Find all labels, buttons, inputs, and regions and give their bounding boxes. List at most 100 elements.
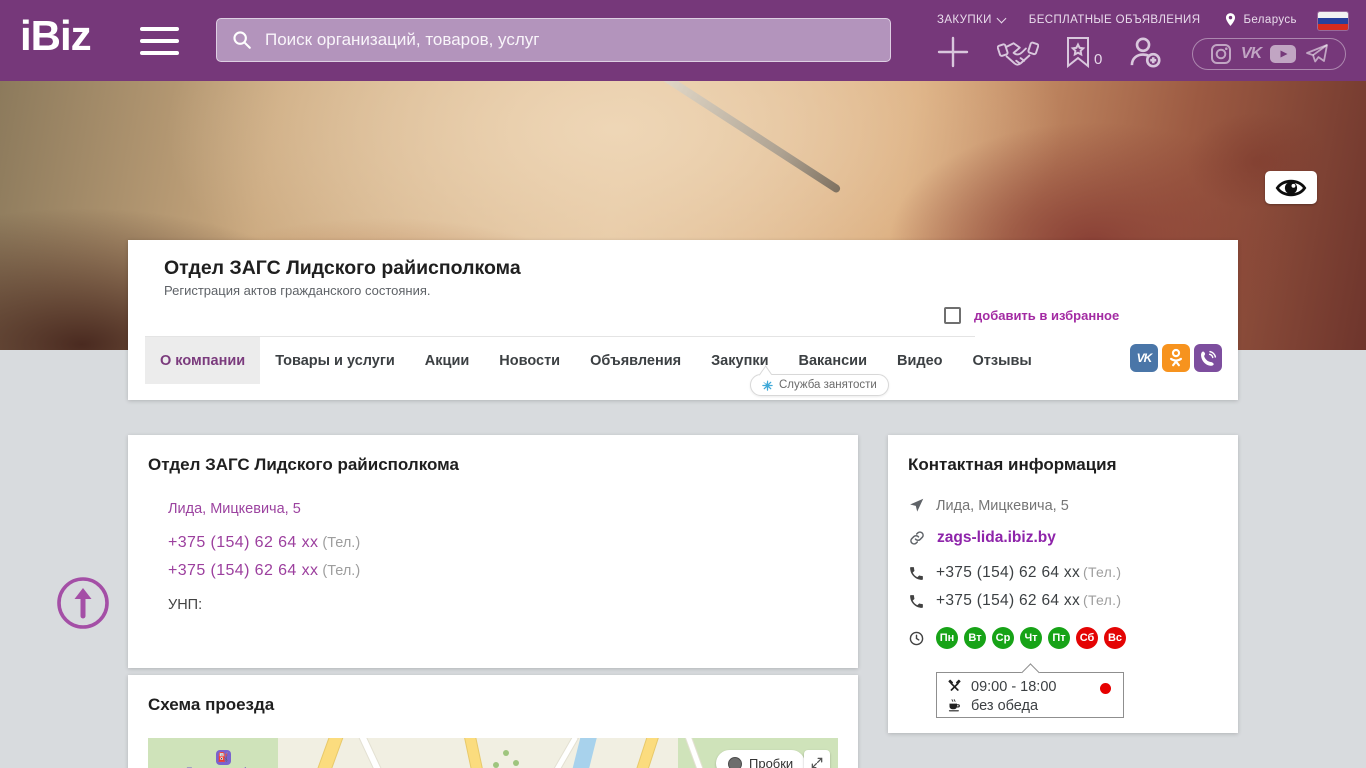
bookmark-star-icon xyxy=(1067,37,1089,68)
schedule-hours: 09:00 - 18:00 xyxy=(971,678,1057,695)
contact-phone-row: +375 (154) 62 64 xx (Тел.) xyxy=(908,592,1121,610)
schedule-tooltip: 09:00 - 18:00 без обеда xyxy=(936,672,1124,718)
day-badge-fri[interactable]: Пт xyxy=(1048,627,1070,649)
directions-card: Схема проезда ⛽ Белоруснефть Пробки xyxy=(128,675,858,768)
favorites-button[interactable]: 0 xyxy=(1065,36,1102,68)
tab-products[interactable]: Товары и услуги xyxy=(260,337,410,384)
vk-icon[interactable]: VK xyxy=(1241,45,1262,63)
tab-news[interactable]: Новости xyxy=(484,337,575,384)
closed-now-indicator xyxy=(1100,683,1111,694)
navigation-icon xyxy=(910,498,924,512)
company-title: Отдел ЗАГС Лидского райисполкома xyxy=(164,257,521,279)
day-badge-mon[interactable]: Пн xyxy=(936,627,958,649)
header-top-links: ЗАКУПКИ БЕСПЛАТНЫЕ ОБЪЯВЛЕНИЯ Беларусь xyxy=(937,12,1297,27)
search-icon xyxy=(233,31,251,49)
contact-phone[interactable]: +375 (154) 62 64 xx (Тел.) xyxy=(936,592,1121,610)
chevron-down-icon xyxy=(996,13,1007,23)
website-link[interactable]: zags-lida.ibiz.by xyxy=(937,529,1056,547)
day-badge-wed[interactable]: Ср xyxy=(992,627,1014,649)
phone-type: (Тел.) xyxy=(322,535,361,551)
day-badge-sat[interactable]: Сб xyxy=(1076,627,1098,649)
contact-address: Лида, Мицкевича, 5 xyxy=(936,497,1069,514)
company-profile-card: Отдел ЗАГС Лидского райисполкома Регистр… xyxy=(128,240,1238,400)
scroll-to-top-button[interactable] xyxy=(55,575,111,631)
contact-phone[interactable]: +375 (154) 62 64 xx (Тел.) xyxy=(936,564,1121,582)
country-selector[interactable]: Беларусь xyxy=(1224,12,1297,27)
plus-icon xyxy=(937,36,969,68)
viber-icon xyxy=(1201,350,1217,366)
phone-number[interactable]: +375 (154) 62 64 xx xyxy=(168,534,318,551)
pen-decoration xyxy=(644,81,842,195)
viber-button[interactable] xyxy=(1194,344,1222,372)
tab-reviews[interactable]: Отзывы xyxy=(958,337,1047,384)
header-social-links: VK xyxy=(1192,38,1346,70)
company-address-link[interactable]: Лида, Мицкевича, 5 xyxy=(168,501,301,517)
tab-promotions[interactable]: Акции xyxy=(410,337,484,384)
fullscreen-map-button[interactable] xyxy=(804,750,830,768)
phone-type: (Тел.) xyxy=(322,563,361,579)
header-action-icons: 0 xyxy=(935,34,1162,70)
about-company-card: Отдел ЗАГС Лидского райисполкома Лида, М… xyxy=(128,435,858,668)
partners-button[interactable] xyxy=(997,34,1039,70)
map-place-belorusneft[interactable]: ⛽ Белоруснефть xyxy=(186,750,260,768)
day-badge-thu[interactable]: Чт xyxy=(1020,627,1042,649)
tab-about[interactable]: О компании xyxy=(145,337,261,384)
working-days-row: Пн Вт Ср Чт Пт Сб Вс xyxy=(908,627,1126,649)
traffic-light-icon xyxy=(728,756,742,768)
eye-icon xyxy=(1275,179,1307,196)
traffic-button[interactable]: Пробки xyxy=(716,750,806,768)
favorite-checkbox[interactable] xyxy=(944,307,961,324)
vk-share-button[interactable]: VK xyxy=(1130,344,1158,372)
location-pin-icon xyxy=(1226,13,1236,26)
company-social-buttons: VK xyxy=(1130,344,1222,372)
traffic-label: Пробки xyxy=(749,756,794,768)
map-canvas[interactable]: ⛽ Белоруснефть Пробки xyxy=(148,738,838,768)
free-ads-link[interactable]: БЕСПЛАТНЫЕ ОБЪЯВЛЕНИЯ xyxy=(1029,14,1201,26)
company-subtitle: Регистрация актов гражданского состояния… xyxy=(164,283,431,298)
visibility-eye-button[interactable] xyxy=(1265,171,1317,204)
phone-link: +375 (154) 62 64 xx (Тел.) xyxy=(168,562,360,580)
odnoklassniki-button[interactable] xyxy=(1162,344,1190,372)
contact-website-row: zags-lida.ibiz.by xyxy=(908,529,1056,547)
handshake-icon xyxy=(997,41,1039,66)
contact-address-row: Лида, Мицкевича, 5 xyxy=(908,497,1069,514)
tab-video[interactable]: Видео xyxy=(882,337,958,384)
youtube-icon[interactable] xyxy=(1269,43,1297,65)
schedule-lunch: без обеда xyxy=(971,697,1039,714)
instagram-icon[interactable] xyxy=(1209,42,1233,66)
clock-icon xyxy=(909,631,924,645)
favorites-count: 0 xyxy=(1094,51,1103,68)
language-flag-ru[interactable] xyxy=(1318,12,1348,30)
day-badges: Пн Вт Ср Чт Пт Сб Вс xyxy=(936,627,1126,649)
search-bar xyxy=(216,18,891,62)
snowflake-icon xyxy=(762,379,773,391)
tab-ads[interactable]: Объявления xyxy=(575,337,696,384)
gas-station-icon: ⛽ xyxy=(215,750,231,765)
favorite-label: добавить в избранное xyxy=(974,308,1120,323)
user-add-icon xyxy=(1130,37,1161,68)
employment-service-badge[interactable]: Служба занятости xyxy=(750,374,889,396)
ok-icon xyxy=(1169,348,1183,367)
expand-icon xyxy=(811,757,823,768)
schedule-lunch-row: без обеда xyxy=(947,696,1113,715)
contact-info-card: Контактная информация Лида, Мицкевича, 5… xyxy=(888,435,1238,733)
schedule-hours-row: 09:00 - 18:00 xyxy=(947,677,1113,696)
ibiz-logo[interactable]: iBiz xyxy=(20,12,92,60)
contact-phone-row: +375 (154) 62 64 xx (Тел.) xyxy=(908,564,1121,582)
search-input[interactable] xyxy=(265,30,876,50)
phone-icon xyxy=(910,594,923,608)
phone-number[interactable]: +375 (154) 62 64 xx xyxy=(168,562,318,579)
add-to-favorites[interactable]: добавить в избранное xyxy=(944,307,1119,324)
link-icon xyxy=(910,531,924,545)
login-button[interactable] xyxy=(1128,35,1162,69)
menu-icon[interactable] xyxy=(140,27,179,55)
coffee-cup-icon xyxy=(948,699,960,712)
about-title: Отдел ЗАГС Лидского райисполкома xyxy=(148,455,459,474)
day-badge-sun[interactable]: Вс xyxy=(1104,627,1126,649)
procurement-menu[interactable]: ЗАКУПКИ xyxy=(937,13,1007,26)
telegram-icon[interactable] xyxy=(1305,43,1329,65)
arrow-up-icon xyxy=(57,577,109,629)
badge-label: Служба занятости xyxy=(779,379,877,391)
add-company-button[interactable] xyxy=(935,34,971,70)
day-badge-tue[interactable]: Вт xyxy=(964,627,986,649)
